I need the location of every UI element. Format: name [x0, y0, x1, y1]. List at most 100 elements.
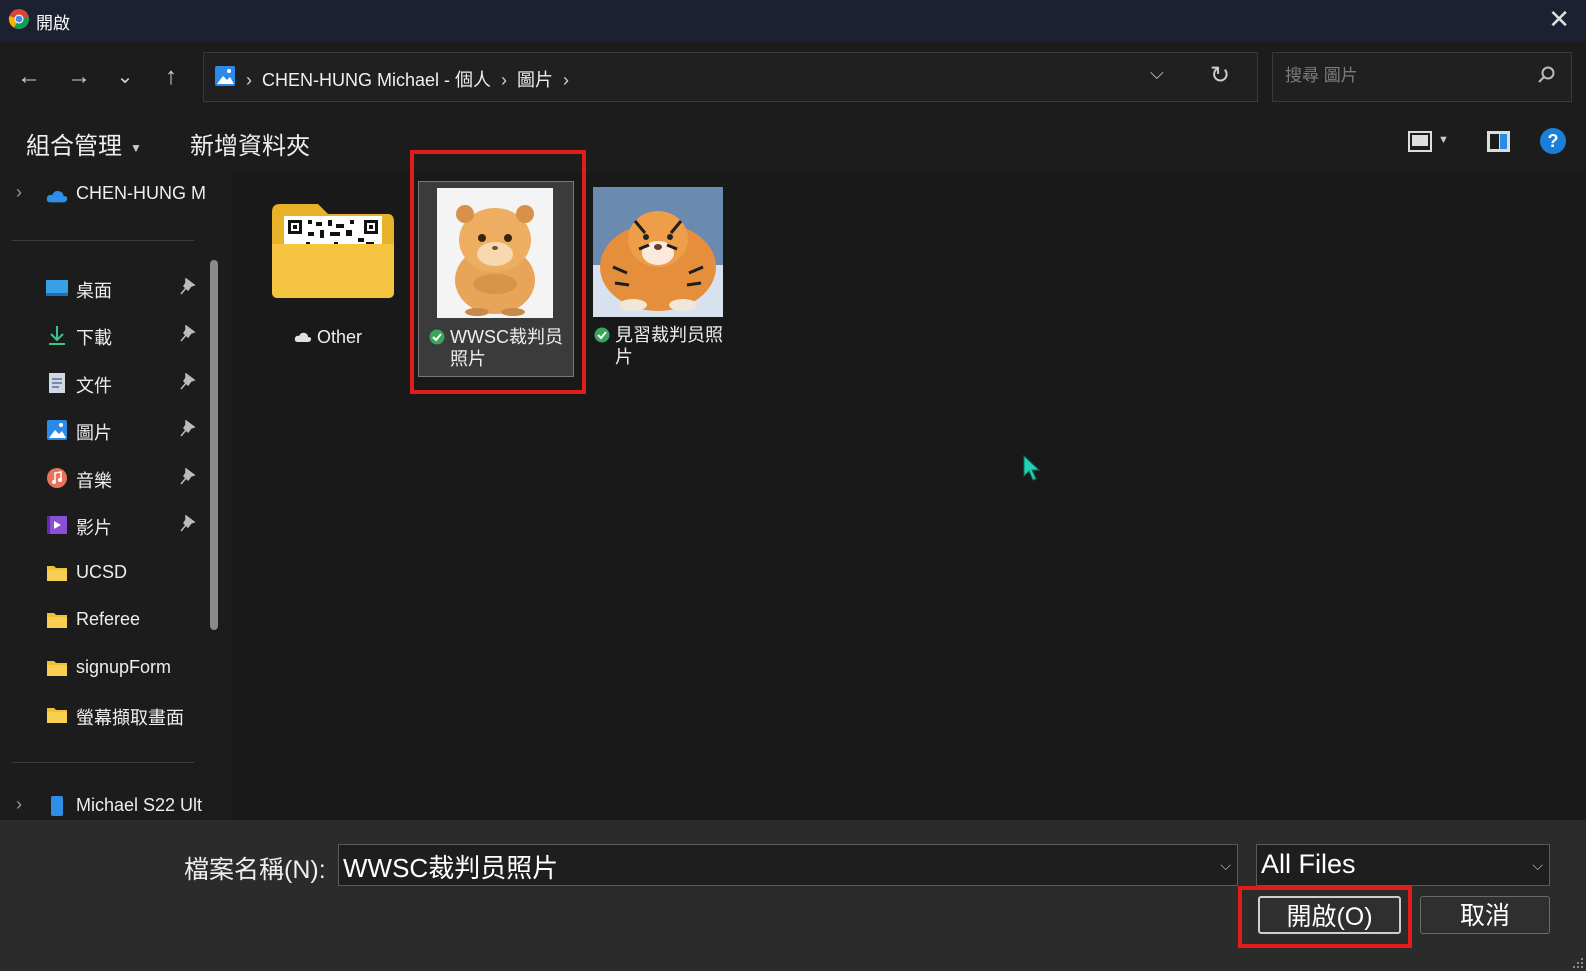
pin-icon[interactable] [180, 468, 196, 486]
hamster-thumbnail [437, 188, 553, 318]
dialog-footer: 檔案名稱(N): ⌵ All Files ⌵ 開啟(O) 取消 [0, 820, 1586, 971]
file-list: Other WWSC裁判员 照片 見習裁判员照 片 [232, 150, 1586, 820]
breadcrumb: › CHEN-HUNG Michael - 個人 › 圖片 › [246, 66, 579, 92]
sidebar-scrollbar[interactable] [210, 260, 218, 630]
organize-button[interactable]: 組合管理 ▼ [26, 126, 142, 161]
view-options-button[interactable]: ▼ [1408, 130, 1449, 159]
pictures-icon [47, 420, 67, 440]
sidebar-item-documents[interactable]: 文件 [0, 363, 210, 403]
sidebar-item-desktop[interactable]: 桌面 [0, 268, 210, 308]
video-icon [47, 516, 67, 534]
command-bar: 組合管理 ▼ 新增資料夾 ▼ ? [0, 114, 1586, 172]
new-folder-button[interactable]: 新增資料夾 [190, 126, 310, 161]
preview-pane-icon[interactable] [1486, 130, 1512, 154]
sidebar-item-signupform[interactable]: signupForm [0, 648, 210, 688]
file-name-line2: 照片 [450, 349, 486, 369]
sidebar-item-label: 影片 [76, 518, 112, 538]
divider [12, 240, 194, 241]
file-name: WWSC裁判员 照片 [429, 326, 569, 370]
search-input[interactable] [1283, 65, 1527, 87]
mouse-cursor-icon [1023, 454, 1041, 481]
cloud-icon [294, 332, 312, 342]
pin-icon[interactable] [180, 325, 196, 343]
breadcrumb-separator[interactable]: › [563, 70, 569, 90]
breadcrumb-onedrive[interactable]: CHEN-HUNG Michael - 個人 [262, 70, 491, 90]
file-item-selected[interactable]: WWSC裁判员 照片 [418, 181, 574, 377]
refresh-icon[interactable]: ↻ [1210, 61, 1230, 90]
sidebar-item-downloads[interactable]: 下載 [0, 315, 210, 355]
phone-icon [51, 796, 63, 816]
sidebar-item-music[interactable]: 音樂 [0, 458, 210, 498]
sidebar-item-ucsd[interactable]: UCSD [0, 553, 210, 593]
sidebar-item-label: 下載 [76, 328, 112, 348]
file-item-folder[interactable]: Other [262, 192, 402, 362]
resize-grip-icon[interactable] [1572, 957, 1584, 969]
up-arrow-icon[interactable]: ↑ [154, 60, 188, 94]
synced-check-icon [429, 329, 445, 345]
help-icon[interactable]: ? [1540, 128, 1566, 154]
window-title: 開啟 [36, 14, 70, 33]
expand-chevron-icon[interactable]: › [16, 794, 22, 815]
sidebar-item-label: CHEN-HUNG M [76, 183, 206, 203]
breadcrumb-separator: › [501, 70, 508, 90]
pin-icon[interactable] [180, 278, 196, 296]
folder-icon [272, 204, 394, 298]
onedrive-cloud-icon [46, 190, 68, 203]
sidebar-item-label: 圖片 [76, 423, 112, 443]
chevron-down-icon[interactable]: ⌵ [1532, 857, 1543, 874]
folder-icon [47, 566, 67, 581]
back-arrow-icon[interactable]: ← [12, 60, 46, 94]
sidebar-item-videos[interactable]: 影片 [0, 505, 210, 545]
caret-down-icon: ▼ [1438, 134, 1449, 146]
caret-down-icon: ▼ [130, 140, 142, 155]
chevron-down-icon[interactable]: ⌵ [1220, 857, 1231, 874]
sidebar-item-onedrive[interactable]: › CHEN-HUNG M [0, 174, 210, 214]
filename-input[interactable] [341, 845, 1205, 887]
filetype-value: All Files [1261, 849, 1356, 879]
file-name-line1: 見習裁判员照 [615, 325, 724, 345]
music-icon [47, 468, 67, 488]
view-icon [1408, 131, 1432, 152]
sidebar-item-label: signupForm [76, 657, 172, 677]
documents-icon [49, 373, 65, 393]
folder-icon [47, 661, 67, 676]
sidebar-item-device[interactable]: › Michael S22 Ult [0, 786, 210, 820]
folder-icon [47, 708, 67, 723]
file-name-line2: 片 [615, 347, 633, 367]
cancel-button[interactable]: 取消 [1420, 896, 1550, 934]
synced-check-icon [594, 327, 610, 343]
filename-label: 檔案名稱(N): [184, 856, 326, 884]
title-bar: 開啟 ✕ [0, 0, 1586, 42]
sidebar-item-screenshots[interactable]: 螢幕擷取畫面 [0, 695, 210, 735]
close-icon[interactable]: ✕ [1548, 6, 1570, 32]
pictures-icon [215, 66, 235, 86]
navigation-pane: › CHEN-HUNG M 桌面 下載 文件 圖片 音樂 影片 UCSD Ref… [0, 172, 232, 820]
pin-icon[interactable] [180, 373, 196, 391]
folder-icon [47, 613, 67, 628]
sidebar-item-referee[interactable]: Referee [0, 600, 210, 640]
sidebar-item-label: 桌面 [76, 281, 112, 301]
file-item-image[interactable]: 見習裁判员照 片 [590, 186, 730, 376]
recent-locations-chevron-icon[interactable]: ⌄ [108, 60, 142, 94]
download-icon [49, 326, 65, 345]
pin-icon[interactable] [180, 420, 196, 438]
file-name: Other [294, 326, 362, 348]
chrome-icon [8, 9, 30, 29]
filename-combobox[interactable]: ⌵ [338, 844, 1238, 887]
search-box[interactable] [1272, 52, 1572, 102]
sidebar-item-label: Michael S22 Ult [76, 795, 203, 815]
pin-icon[interactable] [180, 515, 196, 533]
forward-arrow-icon[interactable]: → [62, 60, 96, 94]
tiger-thumbnail [593, 187, 723, 317]
filetype-select[interactable]: All Files ⌵ [1256, 844, 1550, 886]
expand-chevron-icon[interactable]: › [16, 182, 22, 203]
sidebar-item-pictures[interactable]: 圖片 [0, 410, 210, 450]
sidebar-item-label: UCSD [76, 562, 128, 582]
open-button[interactable]: 開啟(O) [1258, 896, 1401, 934]
sidebar-item-label: 文件 [76, 376, 112, 396]
breadcrumb-pictures[interactable]: 圖片 [517, 70, 553, 90]
address-bar[interactable]: › CHEN-HUNG Michael - 個人 › 圖片 › ⌵ ↻ [203, 52, 1258, 102]
file-name-label: Other [317, 327, 363, 347]
address-dropdown-icon[interactable]: ⌵ [1150, 63, 1164, 84]
sidebar-item-label: 音樂 [76, 471, 112, 491]
